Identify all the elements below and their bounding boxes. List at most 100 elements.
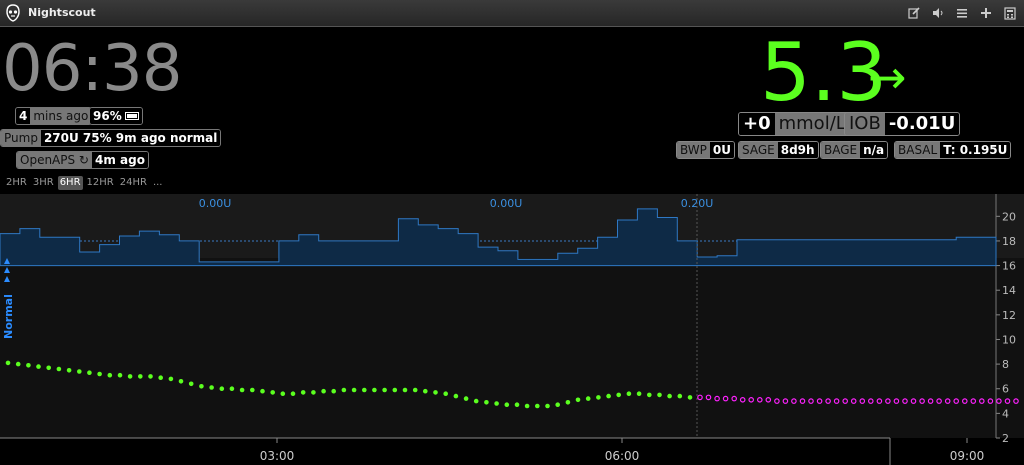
bg-point (209, 385, 214, 390)
bg-point (127, 374, 133, 379)
bg-point (331, 388, 337, 394)
y-tick-label: 4 (1002, 407, 1009, 420)
bg-point (382, 387, 387, 393)
basal-pill[interactable]: BASAL T: 0.195U (894, 141, 1012, 159)
bg-point (575, 397, 581, 403)
bg-point (87, 370, 92, 375)
bg-point (36, 364, 41, 369)
bg-point (250, 387, 255, 393)
battery-pill[interactable]: 96% (89, 107, 143, 125)
bg-point (484, 400, 489, 405)
speaker-icon[interactable] (930, 4, 946, 22)
bg-point (402, 387, 408, 393)
menu-icon[interactable] (954, 4, 970, 22)
delta-unit: mmol/L (774, 113, 850, 135)
glucose-chart[interactable]: 24681012141618200.00U 0.00U 0.20UNormal03:… (0, 194, 1024, 465)
sage-value: 8d9h (777, 142, 818, 158)
bg-point (657, 392, 662, 398)
x-axis-area (0, 438, 1024, 465)
bg-point (372, 387, 377, 393)
pump-label: Pump (1, 130, 41, 146)
app-title: Nightscout (28, 6, 96, 19)
range-24hr[interactable]: 24HR (118, 176, 149, 190)
bg-point (300, 390, 306, 395)
delta-pill: +0 mmol/L (738, 112, 851, 136)
bg-point (535, 403, 540, 409)
bg-point (219, 386, 225, 391)
trend-arrow: → (868, 50, 907, 104)
battery-value: 96% (90, 108, 142, 124)
x-tick-label: 06:00 (605, 449, 640, 463)
battery-icon (124, 112, 139, 120)
bg-point (117, 372, 123, 378)
bolus-label: 0.00U (199, 197, 232, 210)
bg-point (524, 403, 530, 409)
bg-point (463, 396, 469, 401)
calculator-icon[interactable] (1002, 4, 1018, 22)
pump-value: 270U 75% 9m ago normal (40, 130, 221, 146)
bg-point (494, 401, 499, 406)
nightscout-logo-icon (6, 4, 20, 22)
bg-point (565, 400, 571, 405)
openaps-pill[interactable]: OpenAPS ↻ 4m ago (16, 151, 149, 169)
last-reading-value: 4 (16, 108, 31, 124)
bg-point (199, 384, 204, 389)
bg-point (514, 402, 520, 407)
openaps-label: OpenAPS ↻ (17, 152, 92, 168)
bage-value: n/a (860, 142, 888, 158)
bg-point (311, 390, 316, 395)
bg-point (15, 361, 21, 367)
range-3hr[interactable]: 3HR (31, 176, 56, 190)
bg-point (626, 391, 632, 396)
y-tick-label: 8 (1002, 358, 1009, 371)
y-tick-label: 2 (1002, 432, 1009, 445)
bg-point (443, 391, 449, 396)
bg-point (97, 371, 102, 377)
bage-pill[interactable]: BAGE n/a (820, 141, 889, 159)
bg-point (453, 393, 459, 399)
bg-point (158, 375, 163, 380)
bwp-value: 0U (709, 142, 734, 158)
delta-value: +0 (739, 113, 775, 135)
sage-pill[interactable]: SAGE 8d9h (738, 141, 819, 159)
range-2hr[interactable]: 2HR (4, 176, 29, 190)
bg-point (188, 381, 194, 387)
bg-point (473, 398, 479, 404)
bg-point (504, 402, 510, 407)
last-reading-label: mins ago (30, 108, 92, 124)
y-tick-label: 6 (1002, 383, 1009, 396)
glucose-area (0, 258, 1024, 438)
bg-point (66, 368, 72, 373)
bg-point (667, 393, 672, 399)
bg-point (362, 387, 367, 393)
bg-point (423, 388, 428, 394)
range-moremoremore[interactable]: ... (151, 176, 165, 190)
last-reading-pill[interactable]: 4 mins ago (15, 107, 93, 125)
edit-icon[interactable] (906, 4, 922, 22)
x-tick-label: 09:00 (950, 449, 985, 463)
bage-label: BAGE (821, 142, 861, 158)
bg-point (412, 387, 418, 393)
bg-point (290, 391, 296, 396)
bg-point (585, 396, 591, 401)
bwp-pill[interactable]: BWP 0U (676, 141, 735, 159)
range-12hr[interactable]: 12HR (85, 176, 116, 190)
bg-point (616, 392, 621, 398)
pump-pill[interactable]: Pump 270U 75% 9m ago normal (0, 129, 222, 147)
toolbar (906, 4, 1018, 22)
bg-point (677, 393, 683, 399)
x-tick-label: 03:00 (260, 449, 295, 463)
basal-label: BASAL (895, 142, 941, 158)
y-tick-label: 18 (1002, 235, 1016, 248)
bg-point (606, 393, 611, 399)
bg-point (647, 392, 652, 398)
iob-pill[interactable]: IOB -0.01U (844, 112, 961, 136)
range-6hr[interactable]: 6HR (57, 176, 83, 190)
y-tick-label: 16 (1002, 260, 1016, 273)
bg-point (148, 374, 153, 379)
openaps-value: 4m ago (91, 152, 148, 168)
sage-label: SAGE (739, 142, 778, 158)
plus-icon[interactable] (978, 4, 994, 22)
clock: 06:38 (2, 32, 182, 106)
bg-point (168, 376, 174, 382)
